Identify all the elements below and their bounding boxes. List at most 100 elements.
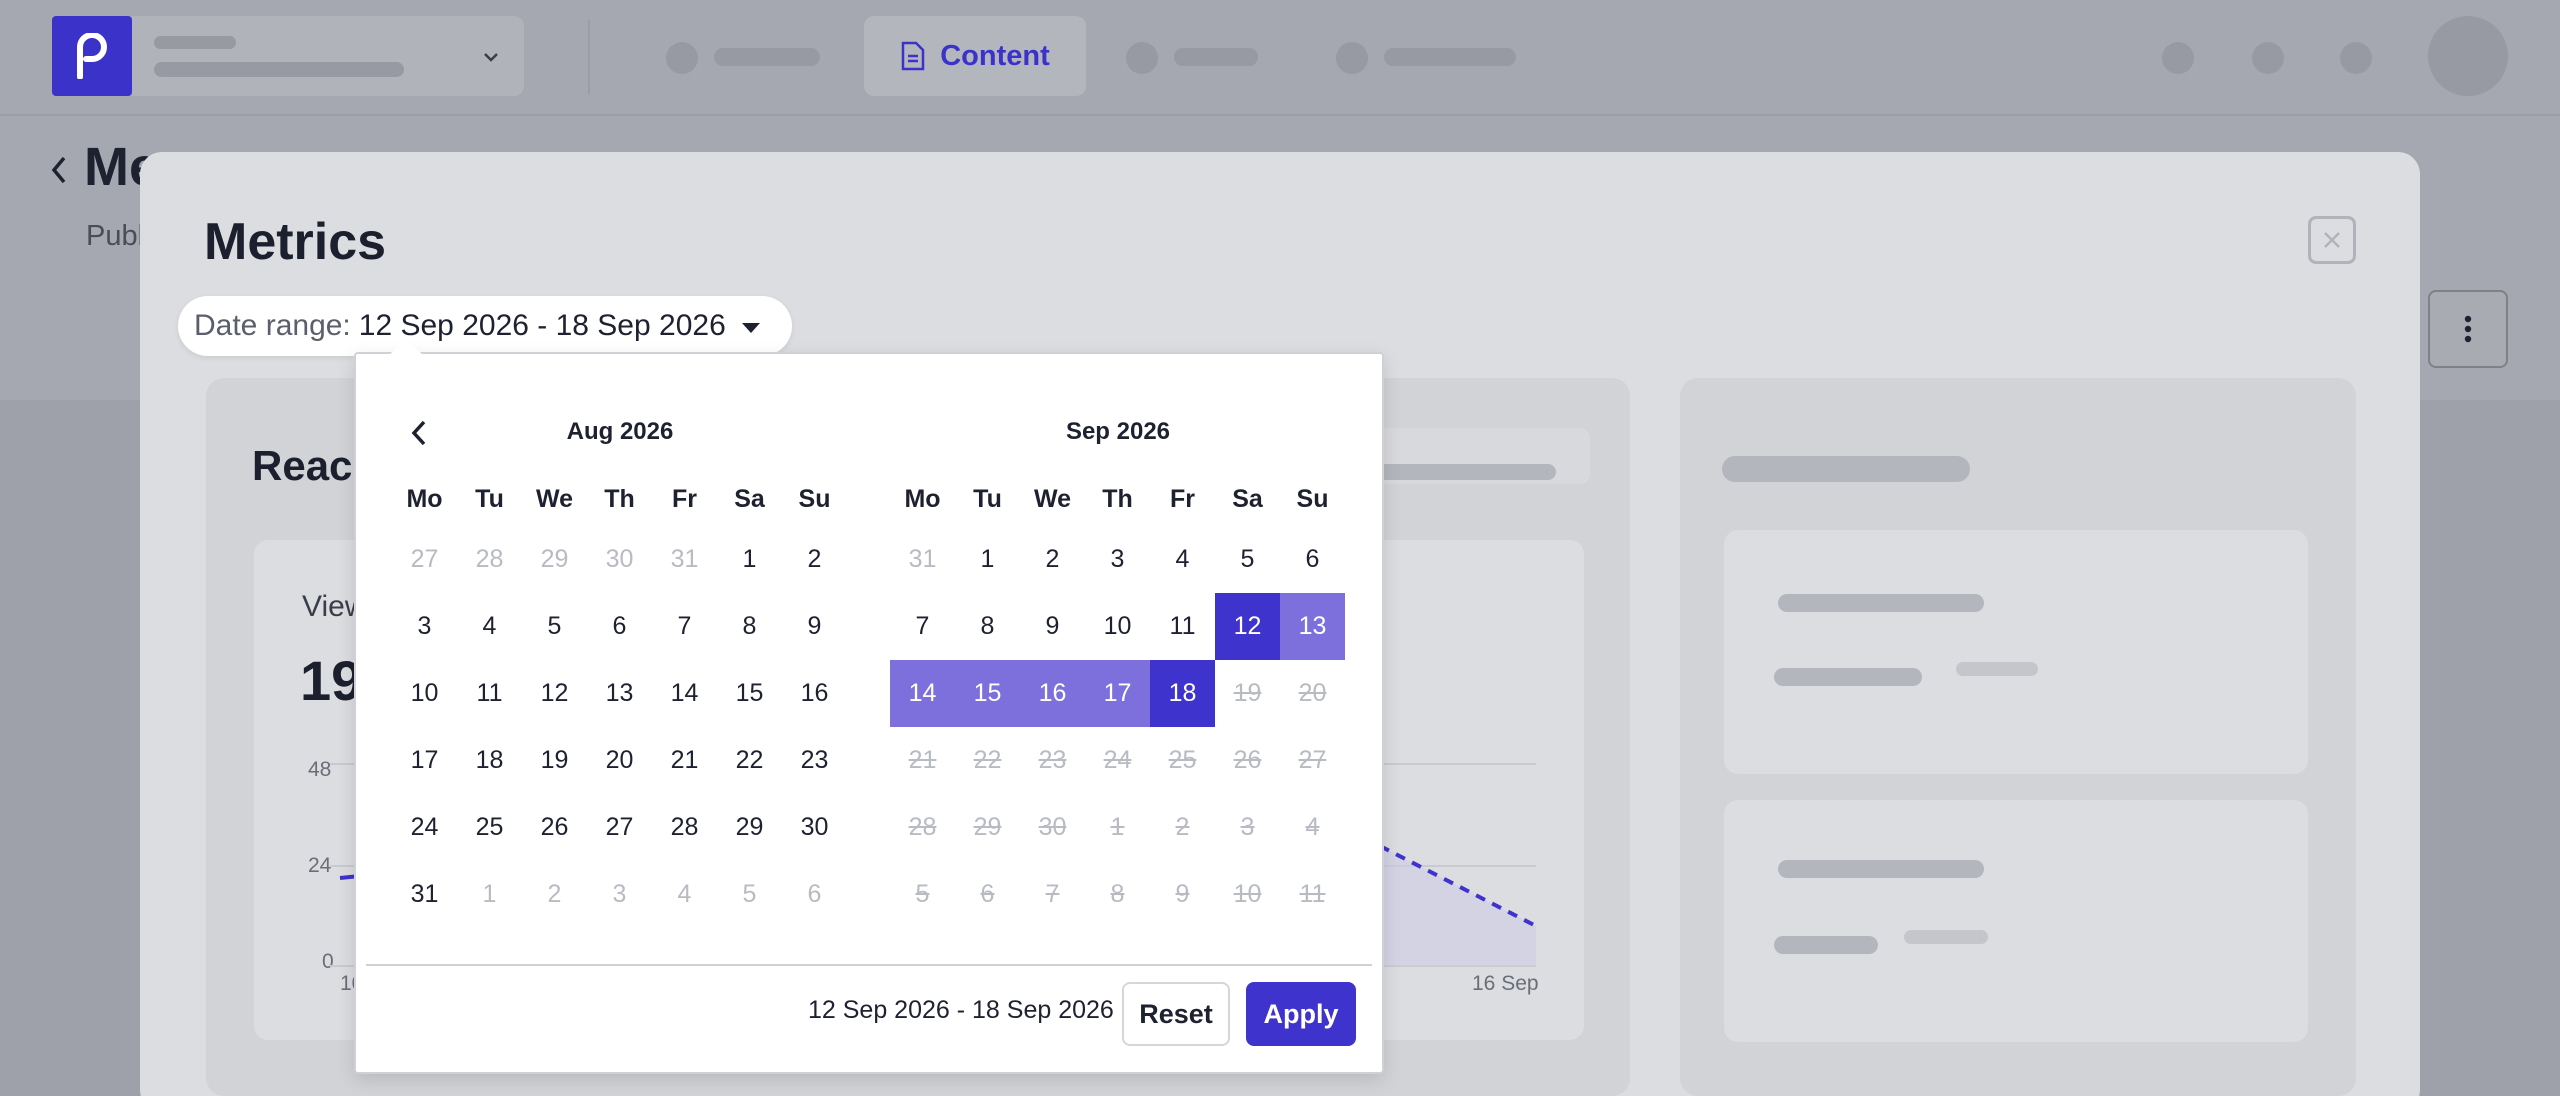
divider: [588, 20, 590, 94]
calendar-day[interactable]: 30: [782, 794, 847, 861]
calendar-day[interactable]: 3: [392, 593, 457, 660]
back-chevron-icon[interactable]: [42, 150, 74, 190]
calendar-day[interactable]: 20: [587, 727, 652, 794]
calendar-day[interactable]: 16: [782, 660, 847, 727]
calendar-day[interactable]: 4: [1150, 526, 1215, 593]
calendar-day: 7: [1045, 880, 1060, 908]
date-range-selector[interactable]: Date range: 12 Sep 2026 - 18 Sep 2026: [178, 296, 792, 356]
calendar-day: 11: [1299, 880, 1326, 908]
nav-item-placeholder[interactable]: [1384, 48, 1516, 66]
calendar-day[interactable]: 10: [1085, 593, 1150, 660]
calendar-day[interactable]: 9: [782, 593, 847, 660]
calendar-day[interactable]: 15: [955, 660, 1020, 727]
calendar-day: 28: [908, 813, 937, 841]
weekday-header: Th: [1102, 484, 1133, 513]
calendar-day[interactable]: 12: [1215, 593, 1280, 660]
calendar-day[interactable]: 6: [782, 861, 847, 928]
weekday-header: Mo: [406, 484, 443, 513]
calendar-day[interactable]: 24: [392, 794, 457, 861]
calendar-day[interactable]: 11: [1150, 593, 1215, 660]
more-options-button[interactable]: [2428, 290, 2508, 368]
calendar-day[interactable]: 2: [1020, 526, 1085, 593]
calendar-day[interactable]: 13: [1280, 593, 1345, 660]
calendar-day[interactable]: 1: [717, 526, 782, 593]
calendar-day[interactable]: 31: [652, 526, 717, 593]
calendar-day[interactable]: 18: [457, 727, 522, 794]
app-logo[interactable]: [52, 16, 132, 96]
date-range-value: 12 Sep 2026 - 18 Sep 2026: [358, 309, 726, 342]
calendar-day: 29: [973, 813, 1002, 841]
calendar-day[interactable]: 13: [587, 660, 652, 727]
calendar-day[interactable]: 21: [652, 727, 717, 794]
calendar-day[interactable]: 29: [522, 526, 587, 593]
chevron-down-icon: [484, 53, 498, 62]
reset-button[interactable]: Reset: [1122, 982, 1230, 1046]
calendar-day[interactable]: 1: [955, 526, 1020, 593]
nav-icon-placeholder: [666, 42, 698, 74]
calendar-day[interactable]: 26: [522, 794, 587, 861]
avatar[interactable]: [2428, 16, 2508, 96]
calendar-day[interactable]: 31: [890, 526, 955, 593]
calendar-day: 1: [1110, 813, 1125, 841]
calendar-day[interactable]: 17: [1085, 660, 1150, 727]
calendar-day[interactable]: 10: [392, 660, 457, 727]
calendar-day[interactable]: 5: [1215, 526, 1280, 593]
notification-icon[interactable]: [2162, 42, 2194, 74]
calendar-day[interactable]: 30: [587, 526, 652, 593]
calendar-day[interactable]: 15: [717, 660, 782, 727]
calendar-day[interactable]: 5: [717, 861, 782, 928]
nav-item-placeholder[interactable]: [1174, 48, 1258, 66]
more-vertical-icon: [2464, 315, 2472, 343]
calendar-day[interactable]: 19: [522, 727, 587, 794]
calendar-day[interactable]: 8: [955, 593, 1020, 660]
calendar-day[interactable]: 6: [587, 593, 652, 660]
calendar-day[interactable]: 28: [652, 794, 717, 861]
placeholder-bar: [1370, 464, 1556, 480]
nav-item-placeholder[interactable]: [714, 48, 820, 66]
workspace-detail-placeholder: [154, 62, 404, 77]
help-icon[interactable]: [2252, 42, 2284, 74]
close-button[interactable]: [2308, 216, 2356, 264]
left-month-grid: Mo Tu We Th Fr Sa Su 27 28 29 30 31 1 2 3 4 5 6 7 8 9 10 11 12 1…: [392, 472, 847, 928]
calendar-day[interactable]: 16: [1020, 660, 1085, 727]
calendar-day[interactable]: 4: [457, 593, 522, 660]
calendar-day[interactable]: 3: [587, 861, 652, 928]
calendar-day[interactable]: 27: [392, 526, 457, 593]
calendar-day[interactable]: 8: [717, 593, 782, 660]
calendar-day[interactable]: 2: [782, 526, 847, 593]
calendar-day[interactable]: 14: [652, 660, 717, 727]
calendar-day[interactable]: 25: [457, 794, 522, 861]
placeholder-bar: [1904, 930, 1988, 944]
calendar-day[interactable]: 4: [652, 861, 717, 928]
calendar-day[interactable]: 17: [392, 727, 457, 794]
calendar-day[interactable]: 3: [1085, 526, 1150, 593]
calendar-day[interactable]: 22: [717, 727, 782, 794]
selected-range-text: 12 Sep 2026 - 18 Sep 2026: [808, 996, 1114, 1024]
calendar-day[interactable]: 2: [522, 861, 587, 928]
calendar-day[interactable]: 7: [890, 593, 955, 660]
apply-button[interactable]: Apply: [1246, 982, 1356, 1046]
calendar-day[interactable]: 6: [1280, 526, 1345, 593]
calendar-day[interactable]: 1: [457, 861, 522, 928]
calendar-day[interactable]: 9: [1020, 593, 1085, 660]
placeholder-bar: [1956, 662, 2038, 676]
calendar-day[interactable]: 23: [782, 727, 847, 794]
nav-tab-content[interactable]: Content: [864, 16, 1086, 96]
caret-down-icon: [741, 323, 760, 333]
calendar-day: 21: [908, 746, 937, 774]
calendar-day[interactable]: 27: [587, 794, 652, 861]
calendar-day[interactable]: 5: [522, 593, 587, 660]
calendar-day[interactable]: 7: [652, 593, 717, 660]
calendar-day[interactable]: 31: [392, 861, 457, 928]
calendar-day: 8: [1110, 880, 1125, 908]
calendar-day[interactable]: 18: [1150, 660, 1215, 727]
calendar-day[interactable]: 12: [522, 660, 587, 727]
calendar-day[interactable]: 28: [457, 526, 522, 593]
settings-icon[interactable]: [2340, 42, 2372, 74]
left-month-title: Aug 2026: [566, 418, 674, 445]
workspace-switcher[interactable]: [132, 16, 524, 96]
calendar-day[interactable]: 29: [717, 794, 782, 861]
calendar-day[interactable]: 14: [890, 660, 955, 727]
calendar-day: 20: [1298, 679, 1327, 707]
calendar-day[interactable]: 11: [457, 660, 522, 727]
